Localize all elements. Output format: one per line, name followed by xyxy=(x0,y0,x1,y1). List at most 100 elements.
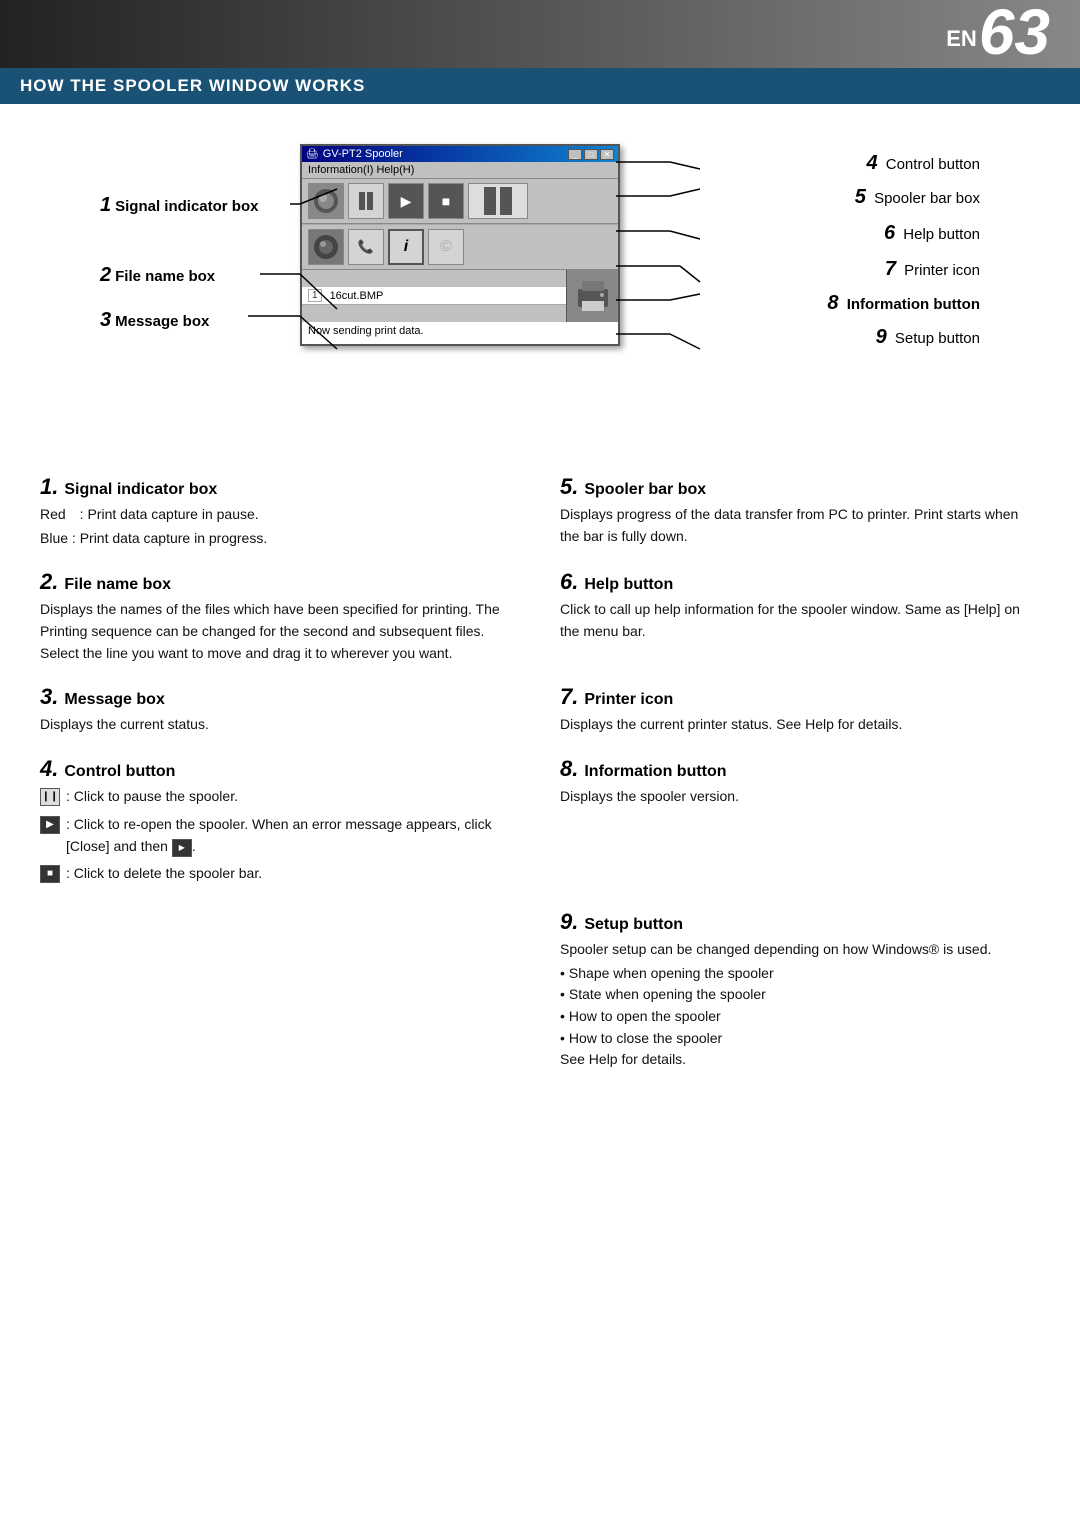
win-minimize-btn[interactable]: _ xyxy=(568,149,582,160)
item-4-title: 4. Control button xyxy=(40,756,520,782)
item-6-body: Click to call up help information for th… xyxy=(560,599,1040,642)
win-maximize-btn[interactable]: □ xyxy=(584,149,598,160)
label-setup-button: 9 Setup button xyxy=(876,326,980,349)
label-spooler-bar-box: 5 Spooler bar box xyxy=(855,186,980,209)
item-3-body: Displays the current status. xyxy=(40,714,520,736)
item-1-number: 1. xyxy=(40,474,58,500)
item-1-title: 1. Signal indicator box xyxy=(40,474,520,500)
item-7-title-text: Printer icon xyxy=(584,691,673,709)
item-9-number: 9. xyxy=(560,909,578,935)
item-6-title-text: Help button xyxy=(584,576,673,594)
item-4-sub-1: ❙❙ : Click to pause the spooler. xyxy=(40,786,520,808)
item-2-title-text: File name box xyxy=(64,576,171,594)
message-bar: Now sending print data. xyxy=(302,322,618,344)
info-btn[interactable]: i xyxy=(388,229,424,265)
stop-icon: ■ xyxy=(40,865,60,883)
file-number: 1 xyxy=(308,289,322,302)
label-information-button: 8 Information button xyxy=(827,292,980,315)
item-4: 4. Control button ❙❙ : Click to pause th… xyxy=(40,756,520,891)
item-8-number: 8. xyxy=(560,756,578,782)
item-6-title: 6. Help button xyxy=(560,569,1040,595)
signal-icon-1 xyxy=(308,183,344,219)
file-name-text: 16cut.BMP xyxy=(330,290,384,302)
file-name-bar: 1 16cut.BMP xyxy=(302,287,566,305)
item-4-sub-2: ▶ : Click to re-open the spooler. When a… xyxy=(40,814,520,857)
label-message-box: 3Message box xyxy=(100,309,209,332)
item-2: 2. File name box Displays the names of t… xyxy=(40,569,520,666)
item-8-title-text: Information button xyxy=(584,763,726,781)
item-4-title-text: Control button xyxy=(64,763,175,781)
item-6-number: 6. xyxy=(560,569,578,595)
item-6-line-1: Click to call up help information for th… xyxy=(560,599,1040,642)
item-2-body: Displays the names of the files which ha… xyxy=(40,599,520,664)
stop-btn[interactable]: ■ xyxy=(428,183,464,219)
item-3-title-text: Message box xyxy=(64,691,164,709)
label-printer-icon: 7 Printer icon xyxy=(885,258,980,281)
item-9-body: Spooler setup can be changed depending o… xyxy=(560,939,1040,1071)
item-7-number: 7. xyxy=(560,684,578,710)
label-control-button: 4 Control button xyxy=(866,152,980,175)
diagram-wrapper: 1Signal indicator box 2File name box 3Me… xyxy=(100,134,980,434)
content-area: 1. Signal indicator box Red : Print data… xyxy=(0,454,1080,1131)
item-1-line-1: Red : Print data capture in pause. xyxy=(40,504,520,526)
item-4-sub-3-text: : Click to delete the spooler bar. xyxy=(66,863,262,885)
item-5-title-text: Spooler bar box xyxy=(584,481,706,499)
play-icon: ▶ xyxy=(40,816,60,834)
item-2-title: 2. File name box xyxy=(40,569,520,595)
signal-icon-2 xyxy=(308,229,344,265)
item-1: 1. Signal indicator box Red : Print data… xyxy=(40,474,520,551)
item-8: 8. Information button Displays the spool… xyxy=(560,756,1040,891)
item-4-number: 4. xyxy=(40,756,58,782)
item-1-title-text: Signal indicator box xyxy=(64,481,217,499)
item-6: 6. Help button Click to call up help inf… xyxy=(560,569,1040,666)
spooler-bar-box xyxy=(468,183,528,219)
section-title: HOW THE SPOOLER WINDOW WORKS xyxy=(0,68,1080,104)
spooler-title-text: 🖨 GV-PT2 Spooler xyxy=(306,148,403,160)
pause-icon: ❙❙ xyxy=(40,788,60,806)
item-9-bullet-4: How to close the spooler xyxy=(560,1028,1040,1050)
item-9-line-1: Spooler setup can be changed depending o… xyxy=(560,939,1040,961)
play-btn[interactable]: ▶ xyxy=(388,183,424,219)
item-7-title: 7. Printer icon xyxy=(560,684,1040,710)
item-8-body: Displays the spooler version. xyxy=(560,786,1040,808)
item-5-number: 5. xyxy=(560,474,578,500)
help-btn-icon[interactable]: © xyxy=(428,229,464,265)
item-1-body: Red : Print data capture in pause. Blue … xyxy=(40,504,520,549)
item-7-body: Displays the current printer status. See… xyxy=(560,714,1040,736)
item-9-title-text: Setup button xyxy=(584,916,683,934)
item-7: 7. Printer icon Displays the current pri… xyxy=(560,684,1040,738)
win-close-btn[interactable]: ✕ xyxy=(600,149,614,160)
pause-btn[interactable] xyxy=(348,183,384,219)
spooler-toolbar: ▶ ■ xyxy=(302,179,618,224)
page-number: 63 xyxy=(979,0,1050,64)
spooler-fileline: 1 16cut.BMP xyxy=(302,270,618,322)
item-3: 3. Message box Displays the current stat… xyxy=(40,684,520,738)
item-9-bullet-1: Shape when opening the spooler xyxy=(560,963,1040,985)
item-5-line-1: Displays progress of the data transfer f… xyxy=(560,504,1040,547)
spooler-menubar[interactable]: Information(I) Help(H) xyxy=(302,162,618,179)
item-3-line-1: Displays the current status. xyxy=(40,714,520,736)
item-9-see-help: See Help for details. xyxy=(560,1049,1040,1071)
item-1-line-2: Blue : Print data capture in progress. xyxy=(40,528,520,550)
item-8-title: 8. Information button xyxy=(560,756,1040,782)
item-5-title: 5. Spooler bar box xyxy=(560,474,1040,500)
spooler-titlebar: 🖨 GV-PT2 Spooler _ □ ✕ xyxy=(302,146,618,162)
item-2-line-1: Displays the names of the files which ha… xyxy=(40,599,520,664)
item-9-bullet-3: How to open the spooler xyxy=(560,1006,1040,1028)
item-9-bullets: Shape when opening the spooler State whe… xyxy=(560,963,1040,1050)
spooler-window-title: GV-PT2 Spooler xyxy=(323,148,403,160)
item-5-body: Displays progress of the data transfer f… xyxy=(560,504,1040,547)
item-4-sub-2-text: : Click to re-open the spooler. When an … xyxy=(66,814,520,857)
label-signal-indicator: 1Signal indicator box xyxy=(100,194,258,217)
item-3-number: 3. xyxy=(40,684,58,710)
page-header: EN 63 xyxy=(0,0,1080,68)
spooler-win-controls[interactable]: _ □ ✕ xyxy=(568,149,614,160)
printer-icon xyxy=(566,270,618,322)
en-label: EN xyxy=(946,26,977,52)
item-4-body: ❙❙ : Click to pause the spooler. ▶ : Cli… xyxy=(40,786,520,885)
play-icon-inline: ▶ xyxy=(172,839,192,857)
item-3-title: 3. Message box xyxy=(40,684,520,710)
label-help-button: 6 Help button xyxy=(884,222,980,245)
label-file-name: 2File name box xyxy=(100,264,215,287)
item-7-line-1: Displays the current printer status. See… xyxy=(560,714,1040,736)
